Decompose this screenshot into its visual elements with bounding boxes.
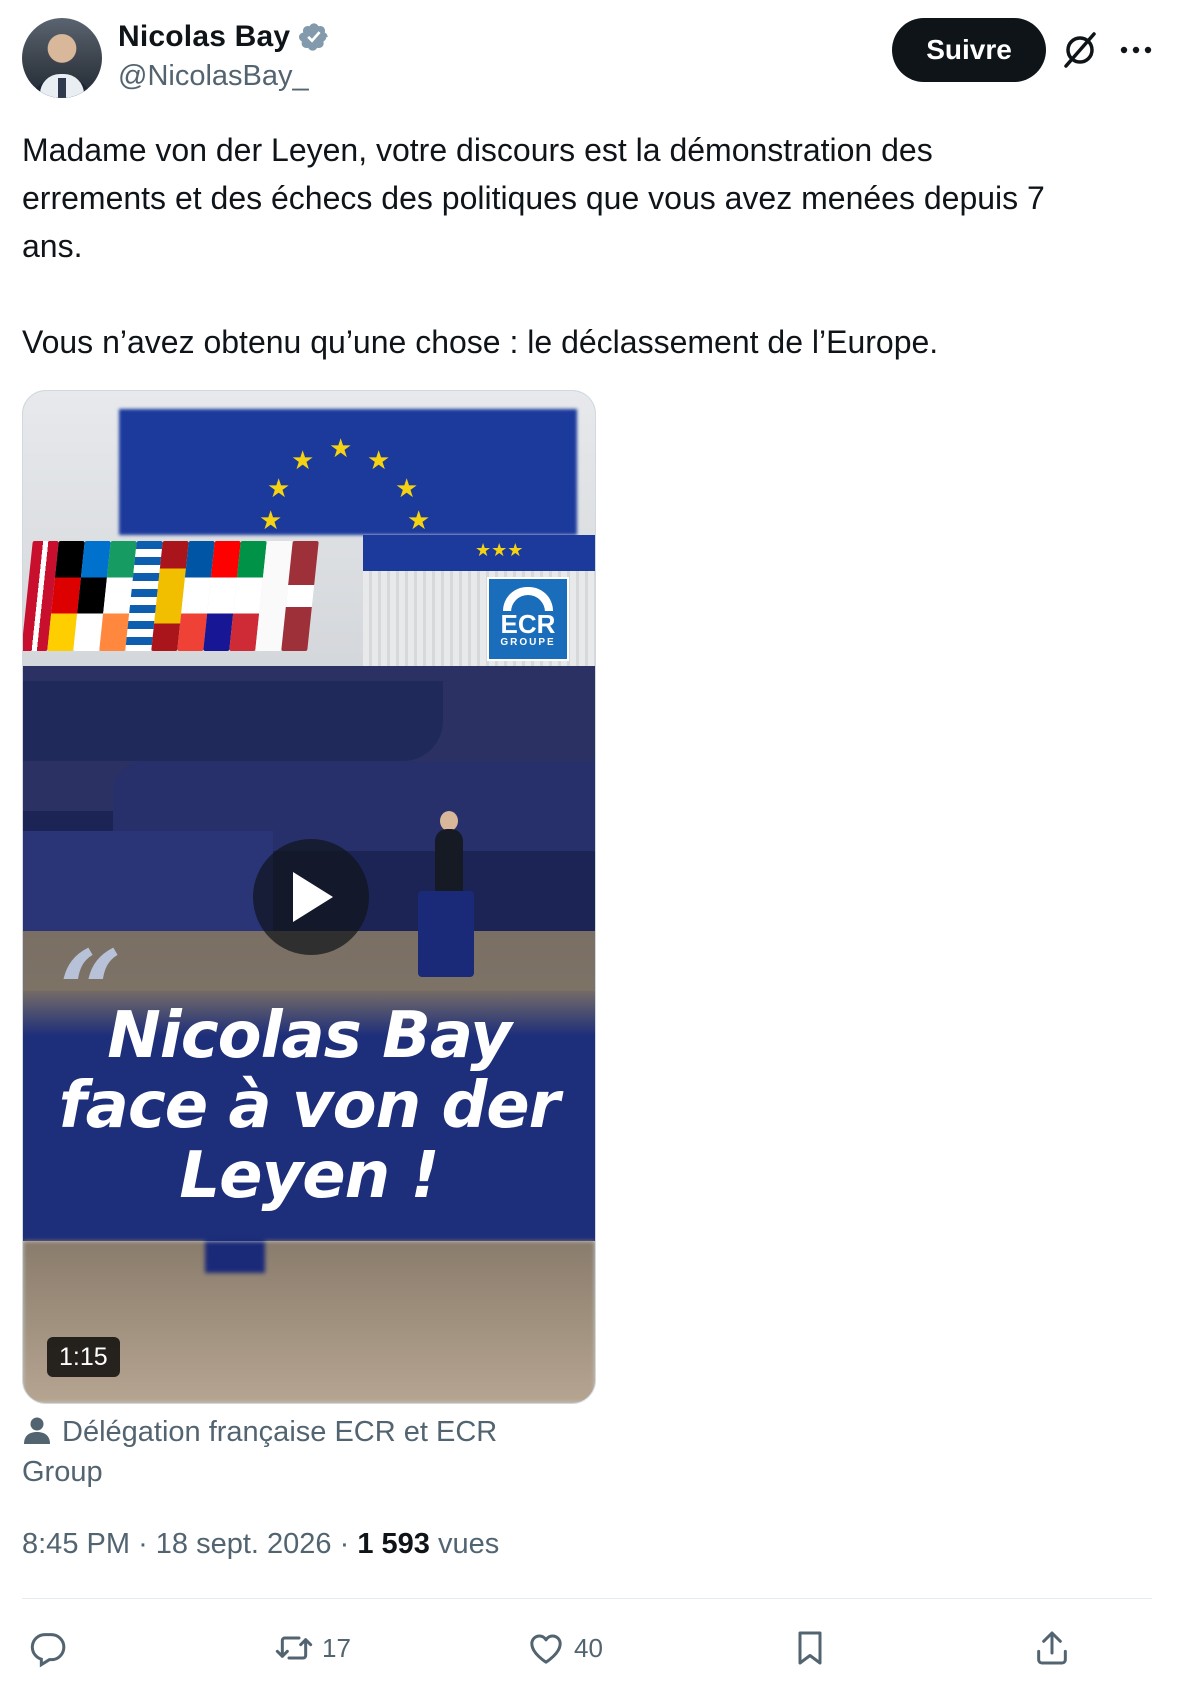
tweet-date[interactable]: 18 sept. 2026 xyxy=(156,1528,332,1560)
verified-badge-icon xyxy=(299,23,328,51)
person-icon xyxy=(24,1417,50,1444)
action-bar: 17 40 xyxy=(22,1620,1152,1676)
tweet-meta: 8:45 PM · 18 sept. 2026 · 1 593 vues xyxy=(22,1528,499,1561)
bookmark-button[interactable] xyxy=(790,1620,830,1676)
reply-button[interactable] xyxy=(28,1620,76,1676)
play-button[interactable] xyxy=(253,839,369,955)
tweet-text: Madame von der Leyen, votre discours est… xyxy=(22,132,1045,360)
author-name[interactable]: Nicolas Bay xyxy=(118,20,290,54)
grok-icon[interactable] xyxy=(1060,30,1100,70)
reply-icon xyxy=(30,1633,66,1668)
bookmark-icon xyxy=(798,1631,822,1665)
like-button[interactable]: 40 xyxy=(526,1620,603,1676)
overlay-title-line2: face à von der xyxy=(58,1069,560,1143)
video-thumbnail[interactable]: ★ ★ ★ ★ ★ ★ ★ ★★★ ECR GROUPE “ Nicolas B… xyxy=(22,390,596,1404)
overlay-title-line1: Nicolas Bay xyxy=(107,999,512,1073)
divider xyxy=(22,1598,1152,1599)
author-handle[interactable]: @NicolasBay_ xyxy=(118,60,309,93)
video-overlay-title: Nicolas Bay face à von der Leyen ! xyxy=(23,1001,595,1211)
overlay-title-line3: Leyen ! xyxy=(179,1139,439,1213)
ecr-logo-subtext: GROUPE xyxy=(500,637,556,648)
share-button[interactable] xyxy=(1032,1620,1072,1676)
retweet-icon xyxy=(275,1636,313,1660)
tweet-time[interactable]: 8:45 PM xyxy=(22,1528,130,1560)
share-icon xyxy=(1037,1631,1067,1665)
meta-separator: · xyxy=(138,1528,156,1560)
meta-separator: · xyxy=(339,1528,358,1560)
heart-icon xyxy=(530,1634,562,1664)
follow-button[interactable]: Suivre xyxy=(892,18,1046,82)
author-avatar[interactable] xyxy=(22,18,102,98)
views-count: 1 593 xyxy=(357,1528,430,1560)
like-count: 40 xyxy=(574,1632,603,1663)
more-options-icon[interactable] xyxy=(1118,36,1154,64)
retweet-count: 17 xyxy=(322,1632,351,1663)
video-duration-badge: 1:15 xyxy=(47,1337,120,1377)
ecr-logo: ECR GROUPE xyxy=(487,577,569,661)
author-name-row[interactable]: Nicolas Bay xyxy=(118,20,330,54)
media-attribution[interactable]: Délégation française ECR et ECR Group xyxy=(22,1412,582,1492)
play-icon xyxy=(293,872,333,922)
ecr-logo-text: ECR xyxy=(500,609,556,639)
retweet-button[interactable]: 17 xyxy=(274,1620,351,1676)
attribution-text[interactable]: Délégation française ECR et ECR Group xyxy=(22,1416,497,1488)
views-label: vues xyxy=(437,1528,500,1560)
